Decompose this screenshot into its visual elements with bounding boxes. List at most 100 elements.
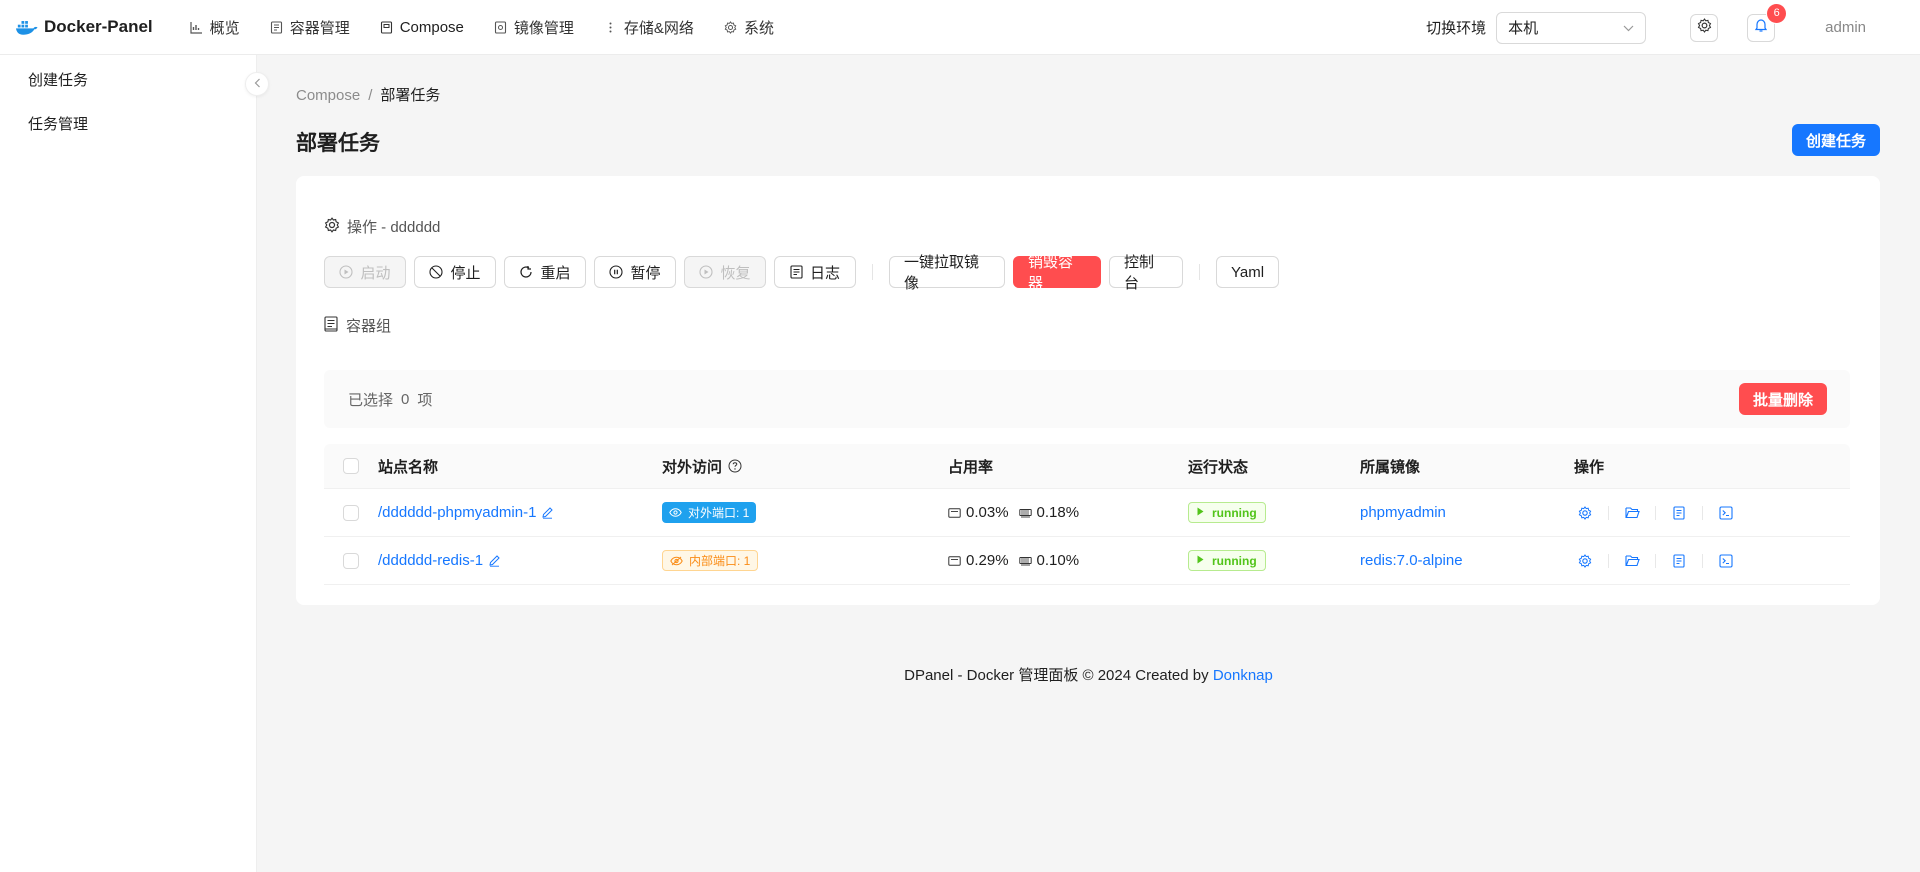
terminal-icon[interactable] xyxy=(1715,502,1737,524)
external-port-tag[interactable]: 对外端口: 1 xyxy=(662,502,757,523)
memory-usage: 0.18% xyxy=(1036,504,1080,521)
terminal-icon[interactable] xyxy=(1715,550,1737,572)
destroy-containers-button[interactable]: 销毁容器 xyxy=(1013,254,1101,292)
nav-item-system[interactable]: 系统 xyxy=(709,0,789,55)
sidebar-item-task-manage[interactable]: 任务管理 xyxy=(0,101,256,145)
column-header-status: 运行状态 xyxy=(1188,458,1249,476)
breadcrumb-separator: / xyxy=(368,87,373,104)
top-header: Docker-Panel 概览 容器管理 Compose 镜像管理 存储&网络 … xyxy=(0,0,1920,55)
file-text-icon[interactable] xyxy=(1668,550,1690,572)
memory-icon xyxy=(1018,556,1032,566)
play-icon xyxy=(1197,507,1204,518)
footer-author-link[interactable]: Donknap xyxy=(1213,667,1273,684)
pause-button-label: 暂停 xyxy=(630,264,661,282)
yaml-button-label: Yaml xyxy=(1230,263,1265,281)
table-row: /dddddd-redis-1 内部端口: 1 0.29% 0.10% runn… xyxy=(324,537,1850,585)
operations-title: 操作 - dddddd xyxy=(324,216,440,237)
yaml-button[interactable]: Yaml xyxy=(1216,256,1279,288)
selected-suffix: 项 xyxy=(417,391,433,409)
status-badge: running xyxy=(1188,550,1266,571)
nav-item-storage-network[interactable]: 存储&网络 xyxy=(589,0,709,55)
restart-button[interactable]: 重启 xyxy=(504,256,586,288)
user-menu[interactable]: admin xyxy=(1825,19,1866,36)
cpu-icon xyxy=(948,555,961,566)
column-header-actions: 操作 xyxy=(1574,458,1605,476)
env-select[interactable]: 本机 xyxy=(1496,11,1647,44)
footer-text: DPanel - Docker 管理面板 © 2024 Created by xyxy=(904,667,1209,684)
settings-button[interactable] xyxy=(1690,13,1719,42)
edit-icon[interactable] xyxy=(541,506,554,519)
start-button[interactable]: 启动 xyxy=(324,256,406,288)
chevron-left-icon xyxy=(254,78,261,91)
env-label: 切换环境 xyxy=(1426,20,1487,37)
nav-item-images[interactable]: 镜像管理 xyxy=(479,0,589,55)
sidebar: 创建任务 任务管理 xyxy=(0,55,257,872)
container-list-icon xyxy=(324,315,346,336)
nav-item-overview[interactable]: 概览 xyxy=(175,0,255,55)
nav-item-containers[interactable]: 容器管理 xyxy=(255,0,365,55)
select-all-checkbox[interactable] xyxy=(343,458,359,474)
bulk-delete-button[interactable]: 批量删除 xyxy=(1739,383,1827,415)
edit-icon[interactable] xyxy=(488,554,501,567)
pause-button[interactable]: 暂停 xyxy=(594,256,676,288)
cpu-icon xyxy=(948,507,961,518)
selection-bar: 已选择 0 项 批量删除 xyxy=(324,370,1850,428)
row-checkbox[interactable] xyxy=(343,504,359,521)
row-actions xyxy=(1574,502,1737,524)
container-group-title: 容器组 xyxy=(324,315,391,336)
app-logo[interactable]: Docker-Panel xyxy=(16,0,153,55)
pull-images-button-label: 一键拉取镜像 xyxy=(904,254,980,292)
actions-divider xyxy=(1702,505,1703,520)
stop-button[interactable]: 停止 xyxy=(414,256,496,288)
stop-button-label: 停止 xyxy=(450,264,481,282)
play-icon xyxy=(1197,555,1204,566)
port-tag-label: 对外端口: 1 xyxy=(688,506,750,520)
gear-icon xyxy=(1697,18,1712,37)
breadcrumb-root[interactable]: Compose xyxy=(296,87,360,104)
image-link[interactable]: redis:7.0-alpine xyxy=(1360,552,1463,569)
toolbar-divider xyxy=(1199,264,1200,280)
folder-open-icon[interactable] xyxy=(1621,550,1643,572)
usage-stats: 0.03% 0.18% xyxy=(948,504,1079,521)
container-name-link[interactable]: /dddddd-redis-1 xyxy=(378,552,483,569)
gear-icon[interactable] xyxy=(1574,502,1596,524)
notification-button[interactable]: 6 xyxy=(1747,3,1787,42)
selected-prefix: 已选择 xyxy=(348,391,394,409)
cpu-usage: 0.03% xyxy=(966,504,1009,521)
image-link[interactable]: phpmyadmin xyxy=(1360,504,1446,521)
console-button[interactable]: 控制台 xyxy=(1109,254,1183,292)
resume-button-label: 恢复 xyxy=(720,264,751,282)
sidebar-item-label: 任务管理 xyxy=(28,115,89,133)
start-button-label: 启动 xyxy=(360,264,391,282)
chart-icon xyxy=(190,21,203,34)
nav-item-label: 镜像管理 xyxy=(513,19,574,37)
actions-divider xyxy=(1608,553,1609,568)
selected-count: 0 xyxy=(401,390,410,408)
file-text-icon[interactable] xyxy=(1668,502,1690,524)
folder-open-icon[interactable] xyxy=(1621,502,1643,524)
nav-item-compose[interactable]: Compose xyxy=(365,0,479,55)
column-header-image: 所属镜像 xyxy=(1360,458,1421,476)
sidebar-collapse-button[interactable] xyxy=(245,72,269,96)
gear-icon[interactable] xyxy=(1574,550,1596,572)
container-group-title-text: 容器组 xyxy=(346,318,392,335)
image-icon xyxy=(494,20,507,34)
row-actions xyxy=(1574,550,1737,572)
internal-port-tag[interactable]: 内部端口: 1 xyxy=(662,550,759,571)
eye-invisible-icon xyxy=(670,556,683,566)
sidebar-item-create-task[interactable]: 创建任务 xyxy=(0,57,256,101)
question-circle-icon[interactable] xyxy=(728,459,742,473)
container-name-link[interactable]: /dddddd-phpmyadmin-1 xyxy=(378,504,536,521)
logs-button-label: 日志 xyxy=(809,264,840,282)
pull-images-button[interactable]: 一键拉取镜像 xyxy=(889,254,1005,292)
table-row: /dddddd-phpmyadmin-1 对外端口: 1 0.03% 0.18%… xyxy=(324,489,1850,537)
resume-button[interactable]: 恢复 xyxy=(684,256,766,288)
column-header-name: 站点名称 xyxy=(378,458,439,476)
docker-whale-icon xyxy=(16,21,38,35)
container-icon xyxy=(270,20,283,34)
row-checkbox[interactable] xyxy=(343,552,359,569)
logs-button[interactable]: 日志 xyxy=(774,256,856,288)
create-task-button[interactable]: 创建任务 xyxy=(1792,124,1880,156)
env-select-value: 本机 xyxy=(1508,20,1539,37)
table-header: 站点名称 对外访问 占用率 运行状态 所属镜像 操作 xyxy=(324,444,1850,489)
